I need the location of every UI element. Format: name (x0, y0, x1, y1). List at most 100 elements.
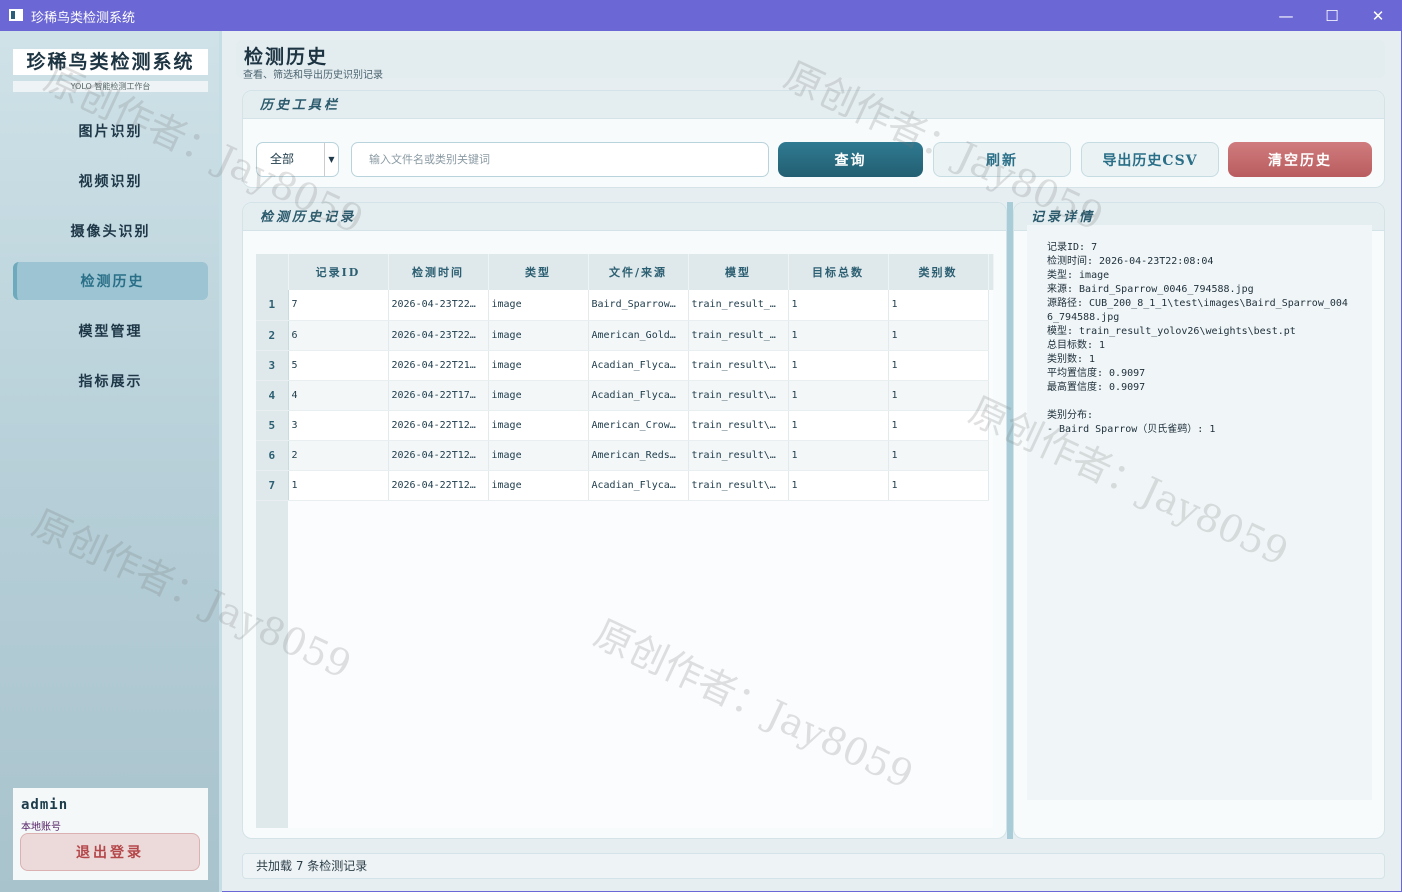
cell: American_Reds… (588, 440, 689, 471)
cell: 1 (888, 380, 989, 411)
search-input[interactable]: 输入文件名或类别关键词 (351, 142, 769, 177)
cell: 4 (288, 380, 389, 411)
sidebar: 珍稀鸟类检测系统 YOLO 智能检测工作台 图片识别 视频识别 摄像头识别 检测… (0, 31, 222, 892)
table-row[interactable]: 5 3 2026-04-22T12… image American_Crow… train… (256, 410, 993, 441)
maximize-button[interactable]: ☐ (1309, 0, 1355, 31)
refresh-button[interactable]: 刷新 (933, 142, 1071, 177)
row-number: 1 (256, 290, 289, 321)
cell: 2026-04-22T12… (388, 470, 489, 501)
title-bar: 珍稀鸟类检测系统 — ☐ ✕ (0, 0, 1402, 31)
row-filler (988, 440, 993, 470)
brand-title: 珍稀鸟类检测系统 (13, 49, 208, 75)
sidebar-item-history[interactable]: 检测历史 (13, 262, 208, 300)
column-header-classes[interactable]: 类别数 (888, 254, 989, 290)
column-header-source[interactable]: 文件/来源 (588, 254, 689, 290)
cell: image (488, 380, 589, 411)
cell: 1 (788, 410, 889, 441)
cell: 5 (288, 350, 389, 381)
cell: 2026-04-22T12… (388, 410, 489, 441)
cell: train_result\… (688, 410, 789, 441)
cell: 1 (888, 470, 989, 501)
row-number: 2 (256, 320, 289, 351)
minimize-button[interactable]: — (1263, 0, 1309, 31)
cell: 1 (788, 380, 889, 411)
cell: 2026-04-23T22… (388, 290, 489, 321)
chevron-down-icon: ▼ (324, 143, 338, 176)
row-number: 7 (256, 470, 289, 501)
column-header-total[interactable]: 目标总数 (788, 254, 889, 290)
brand: 珍稀鸟类检测系统 YOLO 智能检测工作台 (13, 49, 208, 111)
sidebar-item-camera[interactable]: 摄像头识别 (13, 212, 208, 250)
sidebar-item-models[interactable]: 模型管理 (13, 312, 208, 350)
header-filler (988, 254, 994, 290)
table-header-row: 记录ID 检测时间 类型 文件/来源 模型 目标总数 类别数 (256, 254, 994, 290)
page-subtitle: 查看、筛选和导出历史识别记录 (243, 70, 383, 81)
logout-button[interactable]: 退出登录 (20, 833, 200, 871)
page-title: 检测历史 (244, 46, 329, 68)
cell: 2026-04-22T17… (388, 380, 489, 411)
cell: 1 (788, 440, 889, 471)
sidebar-item-metrics[interactable]: 指标展示 (13, 362, 208, 400)
table-row[interactable]: 3 5 2026-04-22T21… image Acadian_Flyca… train… (256, 350, 993, 381)
export-csv-button[interactable]: 导出历史CSV (1081, 142, 1219, 177)
filter-select[interactable]: 全部 ▼ (256, 142, 339, 177)
cell: 7 (288, 290, 389, 321)
cell: image (488, 470, 589, 501)
table-row[interactable]: 7 1 2026-04-22T12… image Acadian_Flyca… train… (256, 470, 993, 501)
detail-text: 记录ID: 7 检测时间: 2026-04-23T22:08:04 类型: im… (1027, 225, 1372, 800)
row-number: 3 (256, 350, 289, 381)
cell: image (488, 350, 589, 381)
clear-history-button[interactable]: 清空历史 (1228, 142, 1372, 177)
cell: train_result\… (688, 380, 789, 411)
user-name: admin (21, 797, 69, 813)
row-filler (988, 410, 993, 440)
records-title: 检测历史记录 (243, 203, 1006, 231)
cell: Baird_Sparrow… (588, 290, 689, 321)
cell: train_result\… (688, 440, 789, 471)
brand-subtitle: YOLO 智能检测工作台 (13, 81, 208, 92)
cell: 1 (788, 290, 889, 321)
cell: train_result\… (688, 350, 789, 381)
records-card: 检测历史记录 记录ID 检测时间 类型 文件/来源 模型 目标总数 类别数 17… (242, 202, 1007, 839)
sidebar-item-image[interactable]: 图片识别 (13, 112, 208, 150)
row-filler (988, 320, 993, 350)
cell: American_Gold… (588, 320, 689, 351)
status-bar: 共加载 7 条检测记录 (242, 853, 1385, 879)
table-row[interactable]: 2 6 2026-04-23T22… image American_Gold… train… (256, 320, 993, 351)
user-panel: admin 本地账号 退出登录 (13, 788, 208, 880)
query-button[interactable]: 查询 (778, 142, 923, 177)
filter-select-value: 全部 (270, 152, 295, 166)
column-header-id[interactable]: 记录ID (288, 254, 389, 290)
row-number: 4 (256, 380, 289, 411)
column-header-model[interactable]: 模型 (688, 254, 789, 290)
cell: 3 (288, 410, 389, 441)
row-filler (988, 350, 993, 380)
row-filler (988, 290, 993, 320)
cell: 1 (888, 440, 989, 471)
cell: 1 (788, 350, 889, 381)
close-button[interactable]: ✕ (1355, 0, 1401, 31)
sidebar-item-video[interactable]: 视频识别 (13, 162, 208, 200)
history-table: 记录ID 检测时间 类型 文件/来源 模型 目标总数 类别数 1 7 2026-04… (256, 254, 994, 828)
user-role: 本地账号 (21, 822, 61, 833)
table-row[interactable]: 6 2 2026-04-22T12… image American_Reds… train… (256, 440, 993, 471)
cell: 1 (288, 470, 389, 501)
table-row[interactable]: 4 4 2026-04-22T17… image Acadian_Flyca… train… (256, 380, 993, 411)
cell: image (488, 410, 589, 441)
cell: Acadian_Flyca… (588, 350, 689, 381)
row-filler (988, 380, 993, 410)
cell: 2 (288, 440, 389, 471)
table-row[interactable]: 1 7 2026-04-23T22… image Baird_Sparrow… train… (256, 290, 993, 321)
cell: train_result\… (688, 470, 789, 501)
cell: American_Crow… (588, 410, 689, 441)
column-header-type[interactable]: 类型 (488, 254, 589, 290)
cell: train_result_… (688, 320, 789, 351)
corner-cell (256, 254, 289, 290)
cell: 1 (788, 470, 889, 501)
page-header: 检测历史 查看、筛选和导出历史识别记录 (236, 40, 1385, 81)
cell: 2026-04-22T21… (388, 350, 489, 381)
column-header-time[interactable]: 检测时间 (388, 254, 489, 290)
row-filler (988, 470, 993, 500)
row-number: 5 (256, 410, 289, 441)
toolbar-title: 历史工具栏 (243, 91, 1384, 119)
